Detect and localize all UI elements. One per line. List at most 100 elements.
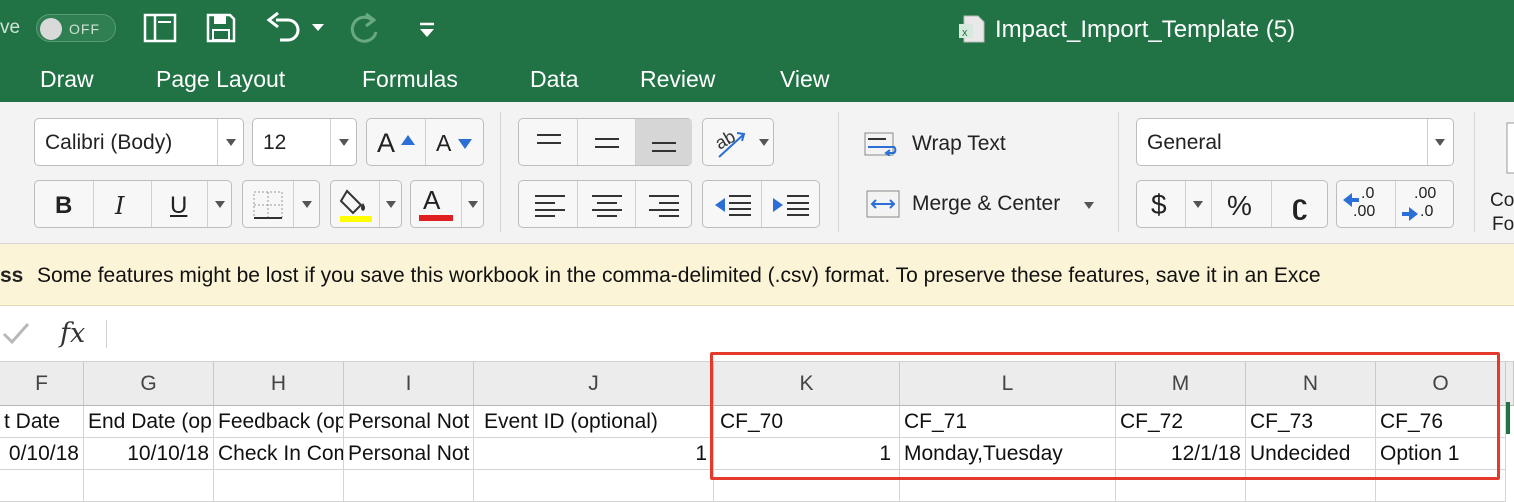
checkmark-icon[interactable] [2, 322, 30, 346]
cell-g2[interactable]: 10/10/18 [84, 438, 214, 470]
tab-draw[interactable]: Draw [40, 66, 94, 93]
font-size-select[interactable]: 12 [252, 118, 357, 166]
align-center-icon[interactable] [592, 193, 622, 217]
column-header-f[interactable]: F [0, 362, 84, 406]
chevron-down-icon [339, 139, 349, 146]
wrap-text-label: Wrap Text [912, 132, 1006, 155]
cell-empty[interactable] [84, 470, 214, 502]
decimal-buttons: .0 .00 .00 .0 [1336, 180, 1454, 228]
message-title: ss [0, 264, 24, 287]
cell-h1[interactable]: Feedback (op [214, 406, 344, 438]
merge-center-label: Merge & Center [912, 192, 1061, 215]
column-header-h[interactable]: H [214, 362, 344, 406]
undo-dropdown-icon[interactable] [312, 24, 324, 32]
increase-decimal-top: .0 [1361, 185, 1375, 202]
comma-style-button[interactable]: ʗ [1292, 189, 1308, 221]
title-bar: ve OFF x Impact_Import_Template (5) [0, 0, 1514, 58]
tab-review[interactable]: Review [640, 66, 715, 93]
indent-buttons [702, 180, 820, 228]
vertical-align-buttons [518, 118, 692, 166]
number-style-buttons: $ % ʗ [1136, 180, 1328, 228]
underline-button[interactable]: U [170, 192, 187, 220]
column-header-i[interactable]: I [344, 362, 474, 406]
decrease-font-size-button[interactable]: A [426, 119, 484, 165]
font-name-select[interactable]: Calibri (Body) [34, 118, 244, 166]
arrow-up-icon [401, 135, 415, 145]
horizontal-align-buttons [518, 180, 692, 228]
autosave-label: ve [0, 17, 21, 38]
number-format-select[interactable]: General [1136, 118, 1454, 166]
paint-bucket-icon [339, 189, 372, 222]
cell-empty[interactable] [214, 470, 344, 502]
font-color-letter: A [423, 185, 441, 215]
chevron-down-icon [226, 139, 236, 146]
fill-color-swatch [340, 216, 372, 222]
decrease-decimal-button[interactable]: .00 .0 [1396, 181, 1454, 227]
formula-divider [106, 320, 107, 348]
selection-edge-indicator [1506, 402, 1510, 434]
save-icon[interactable] [206, 13, 236, 43]
tab-view[interactable]: View [780, 66, 829, 93]
tab-data[interactable]: Data [530, 66, 579, 93]
cell-empty[interactable] [0, 470, 84, 502]
function-icon[interactable]: fx [60, 318, 85, 349]
cell-h2[interactable]: Check In Com [214, 438, 344, 470]
increase-font-size-button[interactable]: A [367, 119, 425, 165]
ribbon: Calibri (Body) 12 A A B I U A ab Wrap Te… [0, 102, 1514, 244]
increase-decimal-bottom: .00 [1353, 203, 1376, 220]
ribbon-tabs: Draw Page Layout Formulas Data Review Vi… [0, 58, 1514, 102]
borders-button[interactable] [242, 180, 320, 228]
align-bottom-button[interactable] [636, 119, 692, 165]
document-title: Impact_Import_Template (5) [995, 16, 1296, 43]
align-right-icon[interactable] [649, 193, 679, 217]
align-middle-icon[interactable] [593, 133, 621, 153]
currency-button[interactable]: $ [1151, 189, 1167, 221]
customize-toolbar-icon[interactable] [418, 22, 436, 38]
tab-formulas[interactable]: Formulas [362, 66, 458, 93]
cell-empty[interactable] [344, 470, 474, 502]
decrease-font-letter: A [436, 130, 452, 156]
cell-j1[interactable]: Event ID (optional) [474, 406, 714, 438]
cell-f1[interactable]: t Date [0, 406, 84, 438]
column-header-j[interactable]: J [474, 362, 714, 406]
bold-button[interactable]: B [55, 192, 72, 220]
percent-button[interactable]: % [1227, 190, 1252, 222]
autosave-toggle[interactable]: OFF [36, 14, 116, 42]
decrease-indent-icon[interactable] [715, 193, 751, 217]
message-text: Some features might be lost if you save … [37, 264, 1321, 287]
toggle-knob [40, 18, 62, 40]
align-left-icon[interactable] [535, 193, 565, 217]
sidebar-icon[interactable] [143, 13, 177, 43]
conditional-formatting-icon[interactable] [1506, 122, 1514, 174]
increase-decimal-button[interactable]: .0 .00 [1337, 181, 1395, 227]
wrap-text-button[interactable]: Wrap Text [862, 126, 1032, 162]
increase-indent-icon[interactable] [773, 193, 809, 217]
annotation-highlight-box [710, 352, 1500, 480]
fill-color-button[interactable] [330, 180, 402, 228]
font-color-swatch [419, 215, 453, 221]
cell-i2[interactable]: Personal Not [344, 438, 474, 470]
chevron-down-icon [1435, 139, 1445, 146]
tab-page-layout[interactable]: Page Layout [156, 66, 285, 93]
decrease-decimal-bottom: .0 [1420, 203, 1434, 220]
cell-empty[interactable] [474, 470, 714, 502]
merge-center-button[interactable]: Merge & Center [862, 186, 1102, 222]
undo-icon[interactable] [266, 12, 306, 44]
cell-i1[interactable]: Personal Not [344, 406, 474, 438]
italic-button[interactable]: I [115, 192, 124, 220]
column-header-g[interactable]: G [84, 362, 214, 406]
cell-g1[interactable]: End Date (op [84, 406, 214, 438]
cell-j2[interactable]: 1 [474, 438, 714, 470]
chevron-down-icon [386, 201, 396, 208]
orientation-button[interactable]: ab [702, 118, 774, 166]
underline-dropdown-icon[interactable] [215, 201, 225, 208]
font-color-button[interactable]: A [410, 180, 484, 228]
chevron-down-icon [759, 139, 769, 146]
currency-dropdown-icon[interactable] [1193, 201, 1203, 208]
increase-font-letter: A [377, 128, 396, 158]
cell-f2[interactable]: 0/10/18 [0, 438, 84, 470]
column-header-p[interactable] [1506, 362, 1514, 406]
font-name-value: Calibri (Body) [45, 131, 173, 154]
align-top-icon[interactable] [535, 133, 563, 153]
redo-icon[interactable] [348, 12, 382, 46]
